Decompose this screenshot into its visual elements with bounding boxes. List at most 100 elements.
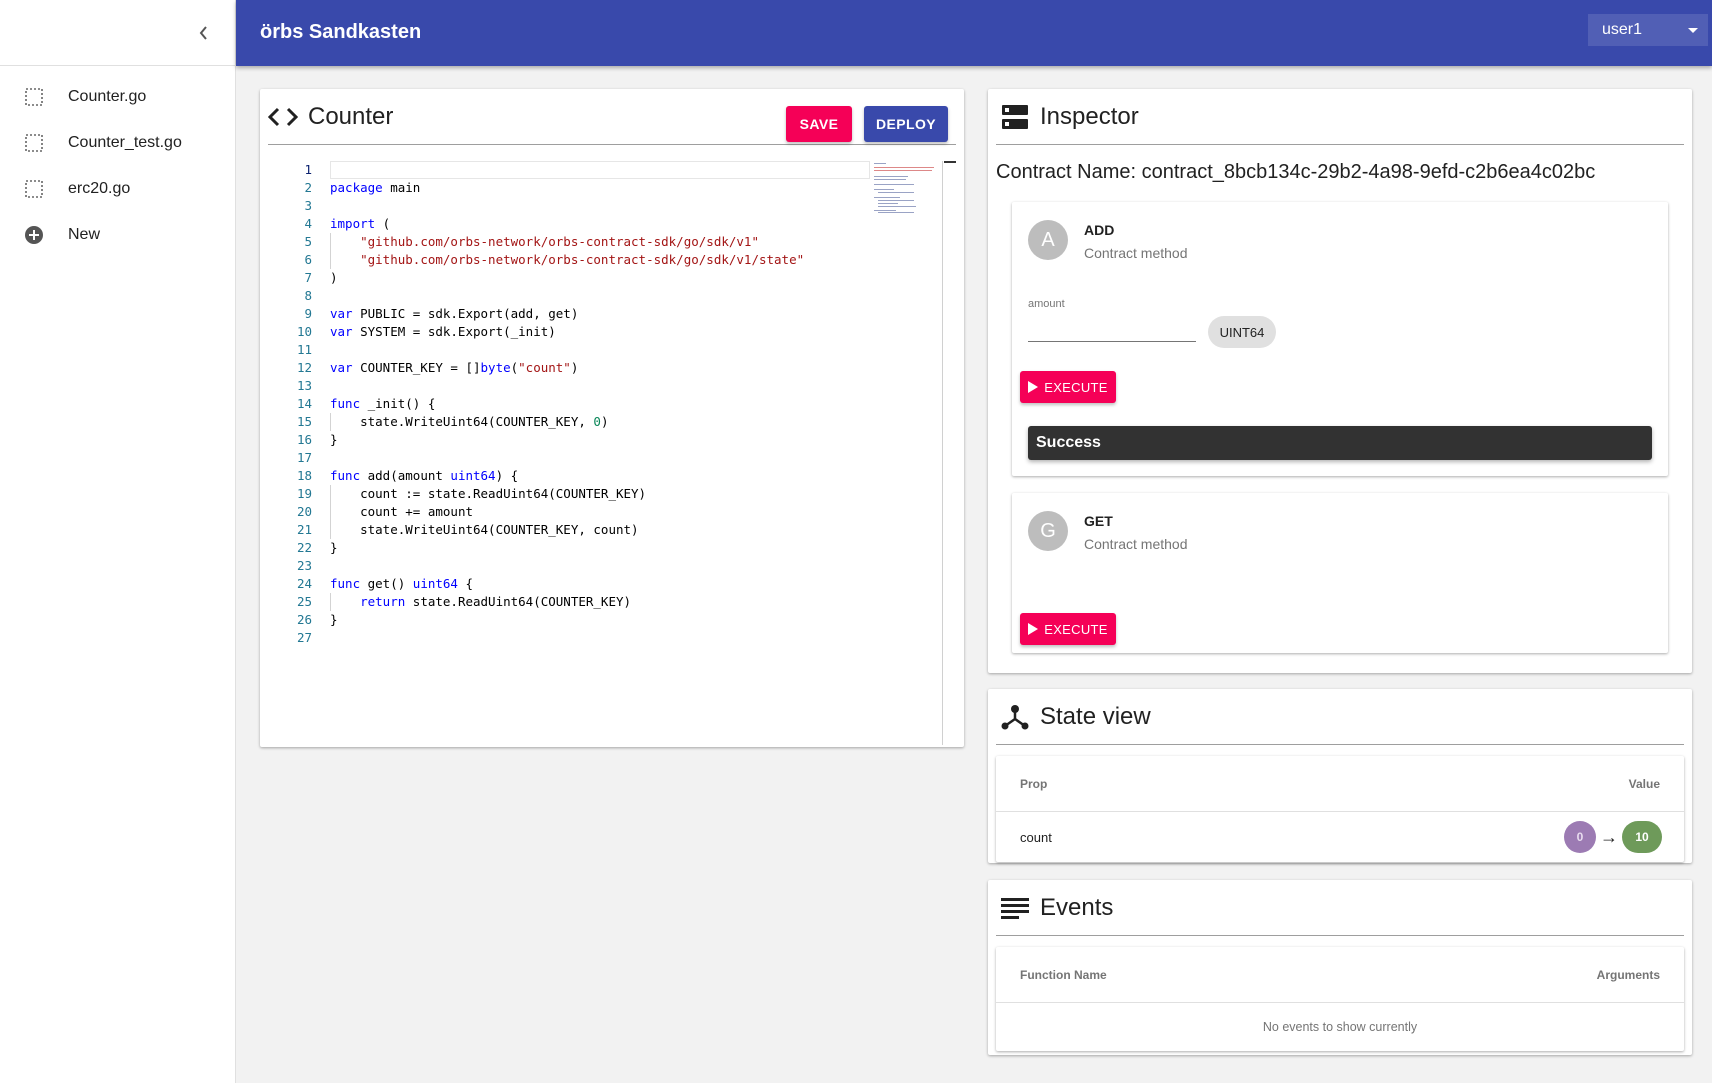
code-line: func get() uint64 { — [330, 576, 474, 591]
sidebar-item-counter-go[interactable]: Counter.go — [0, 74, 235, 120]
code-line: "github.com/orbs-network/orbs-contract-s… — [330, 251, 870, 269]
sidebar-item-label: Counter.go — [68, 88, 147, 105]
value-cell: 0 → 10 — [1564, 821, 1662, 853]
line-number: 25 — [296, 594, 312, 609]
save-button[interactable]: SAVE — [786, 106, 852, 142]
line-number: 14 — [296, 396, 312, 411]
line-number: 15 — [296, 414, 312, 429]
execute-get-button[interactable]: EXECUTE — [1020, 613, 1116, 645]
inspector-title: Inspector — [1040, 102, 1139, 130]
sidebar-item-label: Counter_test.go — [68, 134, 182, 151]
new-value-chip: 10 — [1622, 821, 1662, 853]
state-view-title: State view — [1040, 702, 1151, 730]
state-view-card: State view Prop Value count 0 → 10 — [988, 689, 1692, 863]
execute-add-button[interactable]: EXECUTE — [1020, 371, 1116, 403]
code-minimap[interactable] — [874, 161, 936, 213]
code-line: "github.com/orbs-network/orbs-contract-s… — [330, 233, 870, 251]
execute-label: EXECUTE — [1044, 379, 1108, 395]
app-bar: örbs Sandkasten user1 — [236, 0, 1712, 66]
storage-icon — [1002, 104, 1028, 129]
sidebar-item-erc20-go[interactable]: erc20.go — [0, 166, 235, 212]
sidebar-item-counter-test-go[interactable]: Counter_test.go — [0, 120, 235, 166]
code-icon — [268, 107, 298, 126]
chevron-left-icon — [199, 26, 207, 40]
amount-input[interactable] — [1028, 316, 1196, 342]
editor-scrollbar-thumb[interactable] — [944, 161, 956, 163]
file-icon — [25, 88, 43, 106]
result-snackbar: Success — [1028, 426, 1652, 460]
table-header-row: Function Name Arguments — [996, 947, 1684, 1003]
editor-title: Counter — [308, 102, 394, 130]
line-number: 21 — [296, 522, 312, 537]
events-table: Function Name Arguments No events to sho… — [996, 947, 1684, 1051]
sidebar-header — [0, 0, 235, 66]
line-number: 11 — [296, 342, 312, 357]
line-number: 3 — [304, 198, 312, 213]
code-editor[interactable]: 1 2 3 4 5 6 7 8 9 10 11 12 13 14 15 16 1… — [268, 161, 942, 745]
type-chip: UINT64 — [1208, 316, 1276, 348]
code-line: ) — [330, 270, 338, 285]
empty-state-text: No events to show currently — [1262, 1020, 1418, 1034]
line-number: 24 — [296, 576, 312, 591]
code-line: import ( — [330, 216, 391, 231]
line-number: 2 — [304, 180, 312, 195]
code-line: } — [330, 612, 338, 627]
events-header: Events — [996, 880, 1684, 936]
prop-cell: count — [1020, 829, 1052, 845]
deploy-button[interactable]: DEPLOY — [864, 106, 948, 142]
line-number: 23 — [296, 558, 312, 573]
code-line: return state.ReadUint64(COUNTER_KEY) — [330, 593, 870, 611]
code-line: state.WriteUint64(COUNTER_KEY, 0) — [330, 413, 870, 431]
line-number: 13 — [296, 378, 312, 393]
code-line: count := state.ReadUint64(COUNTER_KEY) — [330, 485, 870, 503]
line-number: 8 — [304, 288, 312, 303]
code-line-cursor — [330, 161, 870, 179]
line-number: 7 — [304, 270, 312, 285]
events-title: Events — [1040, 893, 1114, 921]
code-line: var PUBLIC = sdk.Export(add, get) — [330, 306, 579, 321]
avatar: G — [1028, 511, 1068, 551]
sidebar-item-label: New — [68, 226, 101, 243]
state-view-header: State view — [996, 689, 1684, 745]
column-header-function-name: Function Name — [1020, 967, 1107, 982]
inspector-header: Inspector — [996, 89, 1684, 145]
sidebar-item-label: erc20.go — [68, 180, 131, 197]
line-number: 9 — [304, 306, 312, 321]
line-number: 5 — [304, 234, 312, 249]
app-title: örbs Sandkasten — [260, 21, 422, 43]
code-line: var COUNTER_KEY = []byte("count") — [330, 360, 579, 375]
old-value-chip: 0 — [1564, 821, 1596, 853]
editor-card: Counter SAVE DEPLOY 1 2 3 4 5 6 7 8 9 10… — [260, 89, 964, 747]
line-number: 20 — [296, 504, 312, 519]
code-line: package main — [330, 180, 421, 195]
play-icon — [1028, 381, 1039, 393]
editor-header: Counter SAVE DEPLOY — [268, 89, 956, 145]
method-name: ADD — [1084, 222, 1115, 238]
sidebar: Counter.go Counter_test.go erc20.go New — [0, 0, 236, 1083]
method-subtitle: Contract method — [1084, 536, 1188, 552]
amount-label: amount — [1028, 298, 1065, 310]
line-number: 12 — [296, 360, 312, 375]
code-line: count += amount — [330, 503, 870, 521]
line-number: 18 — [296, 468, 312, 483]
line-number: 10 — [296, 324, 312, 339]
column-header-value: Value — [1628, 776, 1660, 791]
code-line: } — [330, 432, 338, 447]
result-text: Success — [1036, 434, 1101, 451]
user-select[interactable]: user1 — [1588, 14, 1708, 46]
play-icon — [1028, 623, 1039, 635]
line-number: 22 — [296, 540, 312, 555]
code-line: func add(amount uint64) { — [330, 468, 519, 483]
collapse-sidebar-button[interactable] — [191, 20, 217, 46]
list-icon — [1001, 897, 1029, 919]
inspector-card: Inspector Contract Name: contract_8bcb13… — [988, 89, 1692, 673]
sidebar-item-new[interactable]: New — [0, 212, 235, 258]
editor-scrollbar[interactable] — [942, 161, 943, 745]
events-card: Events Function Name Arguments No events… — [988, 880, 1692, 1055]
user-select-value: user1 — [1602, 21, 1643, 38]
method-card-get: G GET Contract method EXECUTE — [1012, 493, 1668, 653]
line-number: 27 — [296, 630, 312, 645]
